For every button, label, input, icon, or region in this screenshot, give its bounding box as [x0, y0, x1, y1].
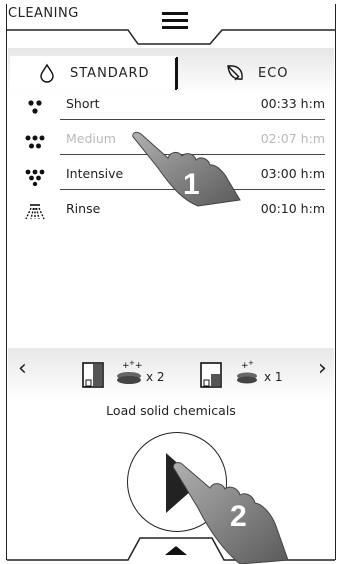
program-name: Intensive: [66, 166, 124, 181]
program-short[interactable]: Short 00:33 h:m: [20, 90, 325, 122]
program-time: 00:10 h:m: [260, 201, 325, 216]
program-time: 00:33 h:m: [260, 96, 325, 111]
program-name: Medium: [66, 131, 116, 146]
svg-text:+: +: [248, 360, 254, 367]
tab-standard-label: STANDARD: [70, 65, 150, 81]
shower-icon: [25, 204, 45, 220]
program-name: Rinse: [66, 201, 101, 216]
two-drops-icon: [28, 100, 42, 114]
tablet-icon: + +: [237, 360, 257, 384]
previous-arrow-icon[interactable]: ‹: [18, 358, 27, 380]
program-time: 03:00 h:m: [260, 166, 325, 181]
chemical-quantity: x 1: [264, 370, 283, 384]
annotation-number: 2: [230, 500, 247, 533]
annotation-number: 1: [183, 168, 200, 201]
chemicals-carousel: [8, 348, 334, 400]
program-time: 02:07 h:m: [260, 131, 325, 146]
tab-eco-label: ECO: [258, 65, 289, 81]
tab-standard[interactable]: STANDARD: [10, 56, 176, 90]
program-name: Short: [66, 96, 100, 111]
tank-icon: [82, 362, 104, 388]
tablet-icon: + + +: [117, 360, 143, 384]
three-drops-icon: [25, 135, 45, 149]
svg-text:+: +: [135, 361, 143, 371]
page-title: CLEANING: [8, 6, 79, 21]
tab-eco[interactable]: ECO: [220, 56, 330, 90]
four-drops-icon: [25, 169, 45, 186]
tab-divider: [175, 58, 177, 90]
load-chemicals-label: Load solid chemicals: [106, 403, 236, 418]
chemical-quantity: x 2: [146, 370, 165, 384]
tank-icon: [200, 362, 222, 388]
next-arrow-icon[interactable]: ›: [318, 358, 327, 380]
leaf-icon: [227, 65, 243, 81]
divider: [60, 119, 325, 120]
hamburger-menu-icon[interactable]: [162, 12, 188, 30]
drop-icon: [40, 63, 54, 83]
